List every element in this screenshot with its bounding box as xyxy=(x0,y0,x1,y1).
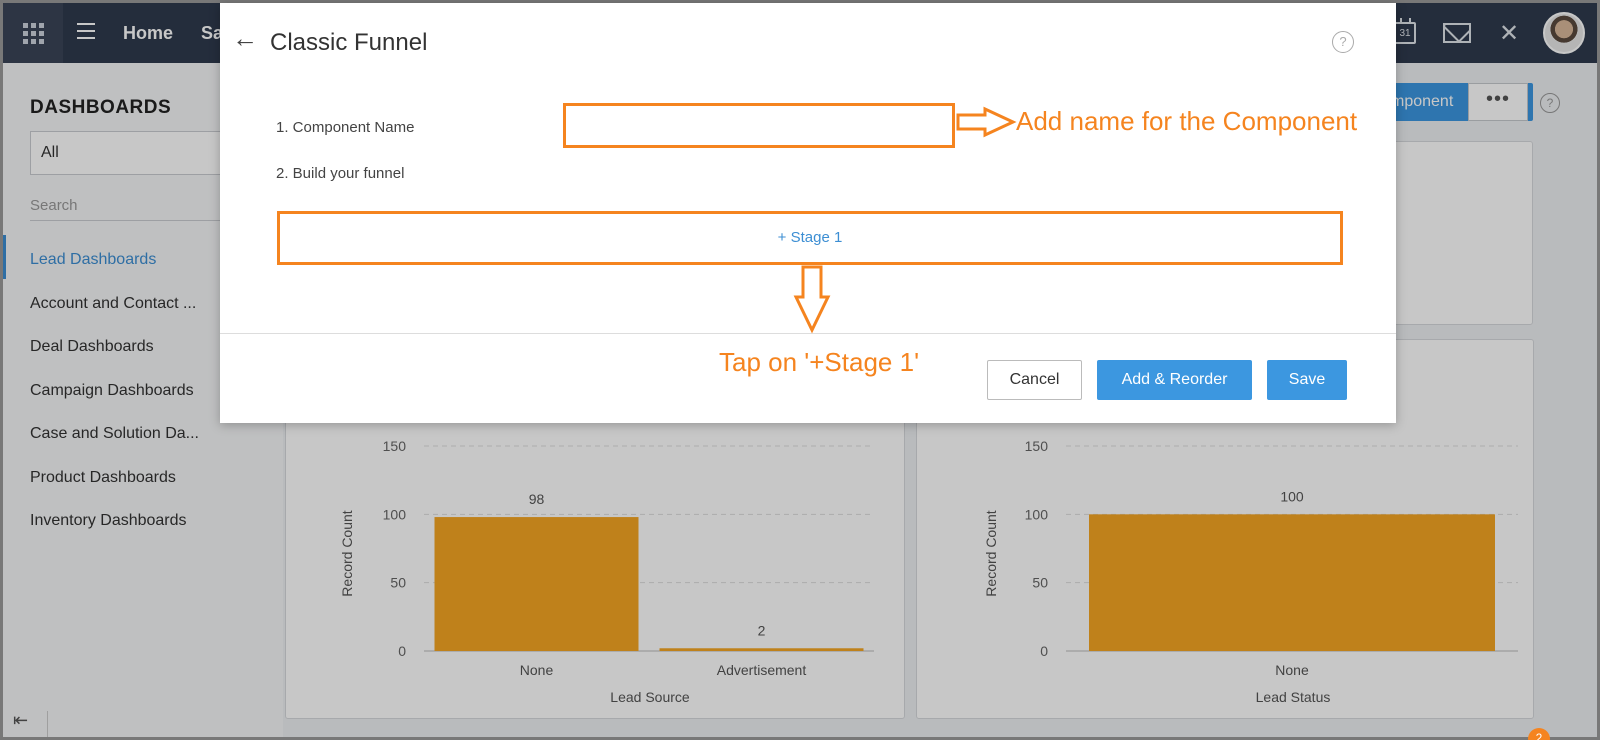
right-arrow-annotation xyxy=(956,106,1017,138)
annotation-stage-hint: Tap on '+Stage 1' xyxy=(719,347,920,377)
annotation-name-hint: Add name for the Component xyxy=(1016,106,1358,136)
down-arrow-annotation xyxy=(793,265,831,334)
